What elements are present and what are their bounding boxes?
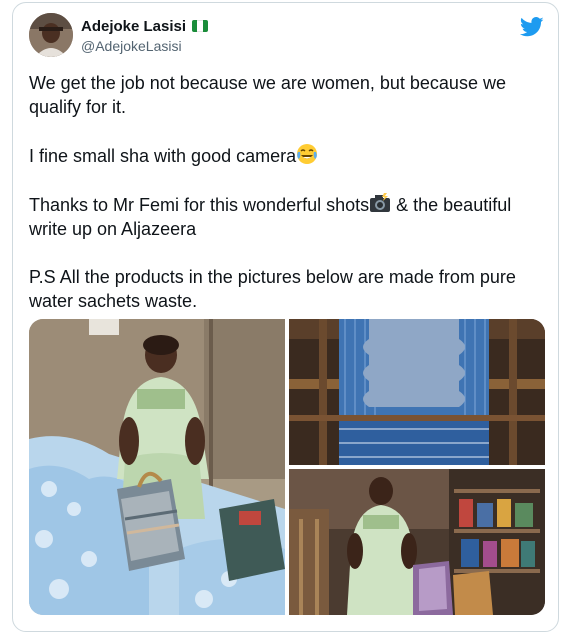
tweet-header: Adejoke Lasisi @AdejokeLasisi: [13, 3, 558, 63]
author-info: Adejoke Lasisi @AdejokeLasisi: [81, 16, 209, 54]
media-photo-loom[interactable]: [289, 319, 545, 465]
tweet-card[interactable]: Adejoke Lasisi @AdejokeLasisi We get the…: [12, 2, 559, 632]
twitter-bird-icon[interactable]: [519, 17, 544, 37]
author-handle[interactable]: @AdejokeLasisi: [81, 38, 208, 54]
media-photo-woman-with-bags[interactable]: [29, 319, 285, 615]
author-avatar[interactable]: [29, 13, 73, 57]
tweet-paragraph-1: We get the job not because we are women,…: [29, 73, 506, 117]
media-photo-workshop[interactable]: [289, 469, 545, 615]
tweet-paragraph-3: Thanks to Mr Femi for this wonderful sho…: [29, 192, 547, 241]
face-with-tears-of-joy-icon: [296, 143, 318, 165]
tweet-paragraph-3-text-a: Thanks to Mr Femi for this wonderful sho…: [29, 195, 370, 215]
tweet-paragraph-2-text: I fine small sha with good camera: [29, 146, 297, 166]
tweet-paragraph-4: P.S All the products in the pictures bel…: [29, 267, 516, 311]
tweet-media-grid: [29, 319, 545, 615]
tweet-body: We get the job not because we are women,…: [29, 71, 547, 337]
photo-woman-seated-with-sachet-bags: [29, 319, 285, 615]
tweet-paragraph-2: I fine small sha with good camera: [29, 143, 547, 168]
camera-with-flash-icon: [369, 192, 391, 214]
author-display-name[interactable]: Adejoke Lasisi: [81, 18, 186, 35]
avatar-image: [29, 13, 73, 57]
nigeria-flag-icon: [192, 20, 209, 32]
photo-woman-in-workshop-with-bags: [289, 469, 545, 615]
photo-loom-weaving-blue-fabric: [289, 319, 545, 465]
